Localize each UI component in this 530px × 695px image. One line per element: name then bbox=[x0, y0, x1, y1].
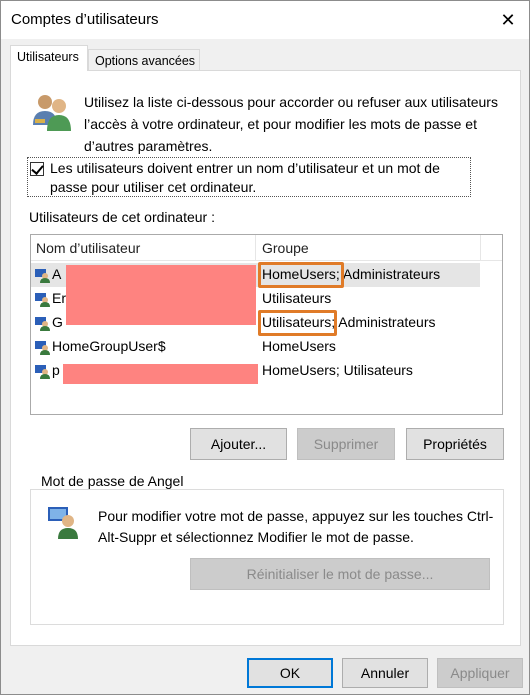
require-login-row: Les utilisateurs doivent entrer un nom d… bbox=[27, 157, 471, 197]
user-list-header: Nom d’utilisateur Groupe bbox=[31, 235, 502, 261]
user-list[interactable]: Nom d’utilisateur Groupe A HomeUsers; Ad… bbox=[30, 234, 503, 415]
user-name: p bbox=[52, 362, 60, 378]
redaction-block bbox=[66, 265, 256, 325]
user-name: A bbox=[52, 266, 62, 282]
tab-advanced-options[interactable]: Options avancées bbox=[88, 49, 200, 71]
user-key-icon bbox=[48, 507, 78, 539]
user-icon bbox=[35, 269, 50, 283]
title-bar: Comptes d’utilisateurs ✕ bbox=[1, 1, 529, 39]
column-header-username[interactable]: Nom d’utilisateur bbox=[36, 240, 140, 256]
column-divider[interactable] bbox=[480, 235, 481, 261]
users-icon bbox=[33, 95, 71, 131]
redaction-block bbox=[63, 364, 258, 384]
user-name: Er bbox=[52, 290, 66, 306]
user-group: HomeUsers; Utilisateurs bbox=[262, 362, 413, 378]
highlight-box bbox=[258, 262, 344, 288]
add-user-button[interactable]: Ajouter... bbox=[190, 428, 287, 460]
cancel-button[interactable]: Annuler bbox=[342, 658, 428, 688]
user-icon bbox=[35, 317, 50, 331]
user-icon bbox=[35, 293, 50, 307]
reset-password-button[interactable]: Réinitialiser le mot de passe... bbox=[190, 558, 490, 590]
user-name: HomeGroupUser$ bbox=[52, 338, 166, 354]
remove-user-button[interactable]: Supprimer bbox=[297, 428, 395, 460]
window-title: Comptes d’utilisateurs bbox=[11, 11, 159, 28]
users-section-label: Utilisateurs de cet ordinateur : bbox=[29, 209, 215, 225]
users-tab-panel: Utilisez la liste ci-dessous pour accord… bbox=[10, 70, 521, 646]
password-groupbox-title: Mot de passe de Angel bbox=[37, 473, 188, 489]
password-help-text: Pour modifier votre mot de passe, appuye… bbox=[98, 508, 494, 545]
ok-button[interactable]: OK bbox=[247, 658, 333, 688]
highlight-box bbox=[258, 310, 337, 336]
properties-button[interactable]: Propriétés bbox=[406, 428, 504, 460]
user-icon bbox=[35, 365, 50, 379]
user-group: Utilisateurs bbox=[262, 290, 332, 306]
require-login-checkbox[interactable] bbox=[30, 162, 44, 176]
column-header-group[interactable]: Groupe bbox=[262, 240, 309, 256]
table-row[interactable]: HomeGroupUser$ HomeUsers bbox=[31, 335, 480, 359]
apply-button[interactable]: Appliquer bbox=[437, 658, 523, 688]
close-icon[interactable]: ✕ bbox=[495, 7, 521, 33]
user-group: HomeUsers bbox=[262, 338, 336, 354]
user-icon bbox=[35, 341, 50, 355]
user-accounts-dialog: Comptes d’utilisateurs ✕ Utilisateurs Op… bbox=[0, 0, 530, 695]
tab-users[interactable]: Utilisateurs bbox=[10, 45, 88, 71]
column-divider[interactable] bbox=[255, 235, 256, 261]
intro-text: Utilisez la liste ci-dessous pour accord… bbox=[84, 94, 498, 154]
user-name: G bbox=[52, 314, 63, 330]
require-login-label[interactable]: Les utilisateurs doivent entrer un nom d… bbox=[50, 159, 470, 197]
